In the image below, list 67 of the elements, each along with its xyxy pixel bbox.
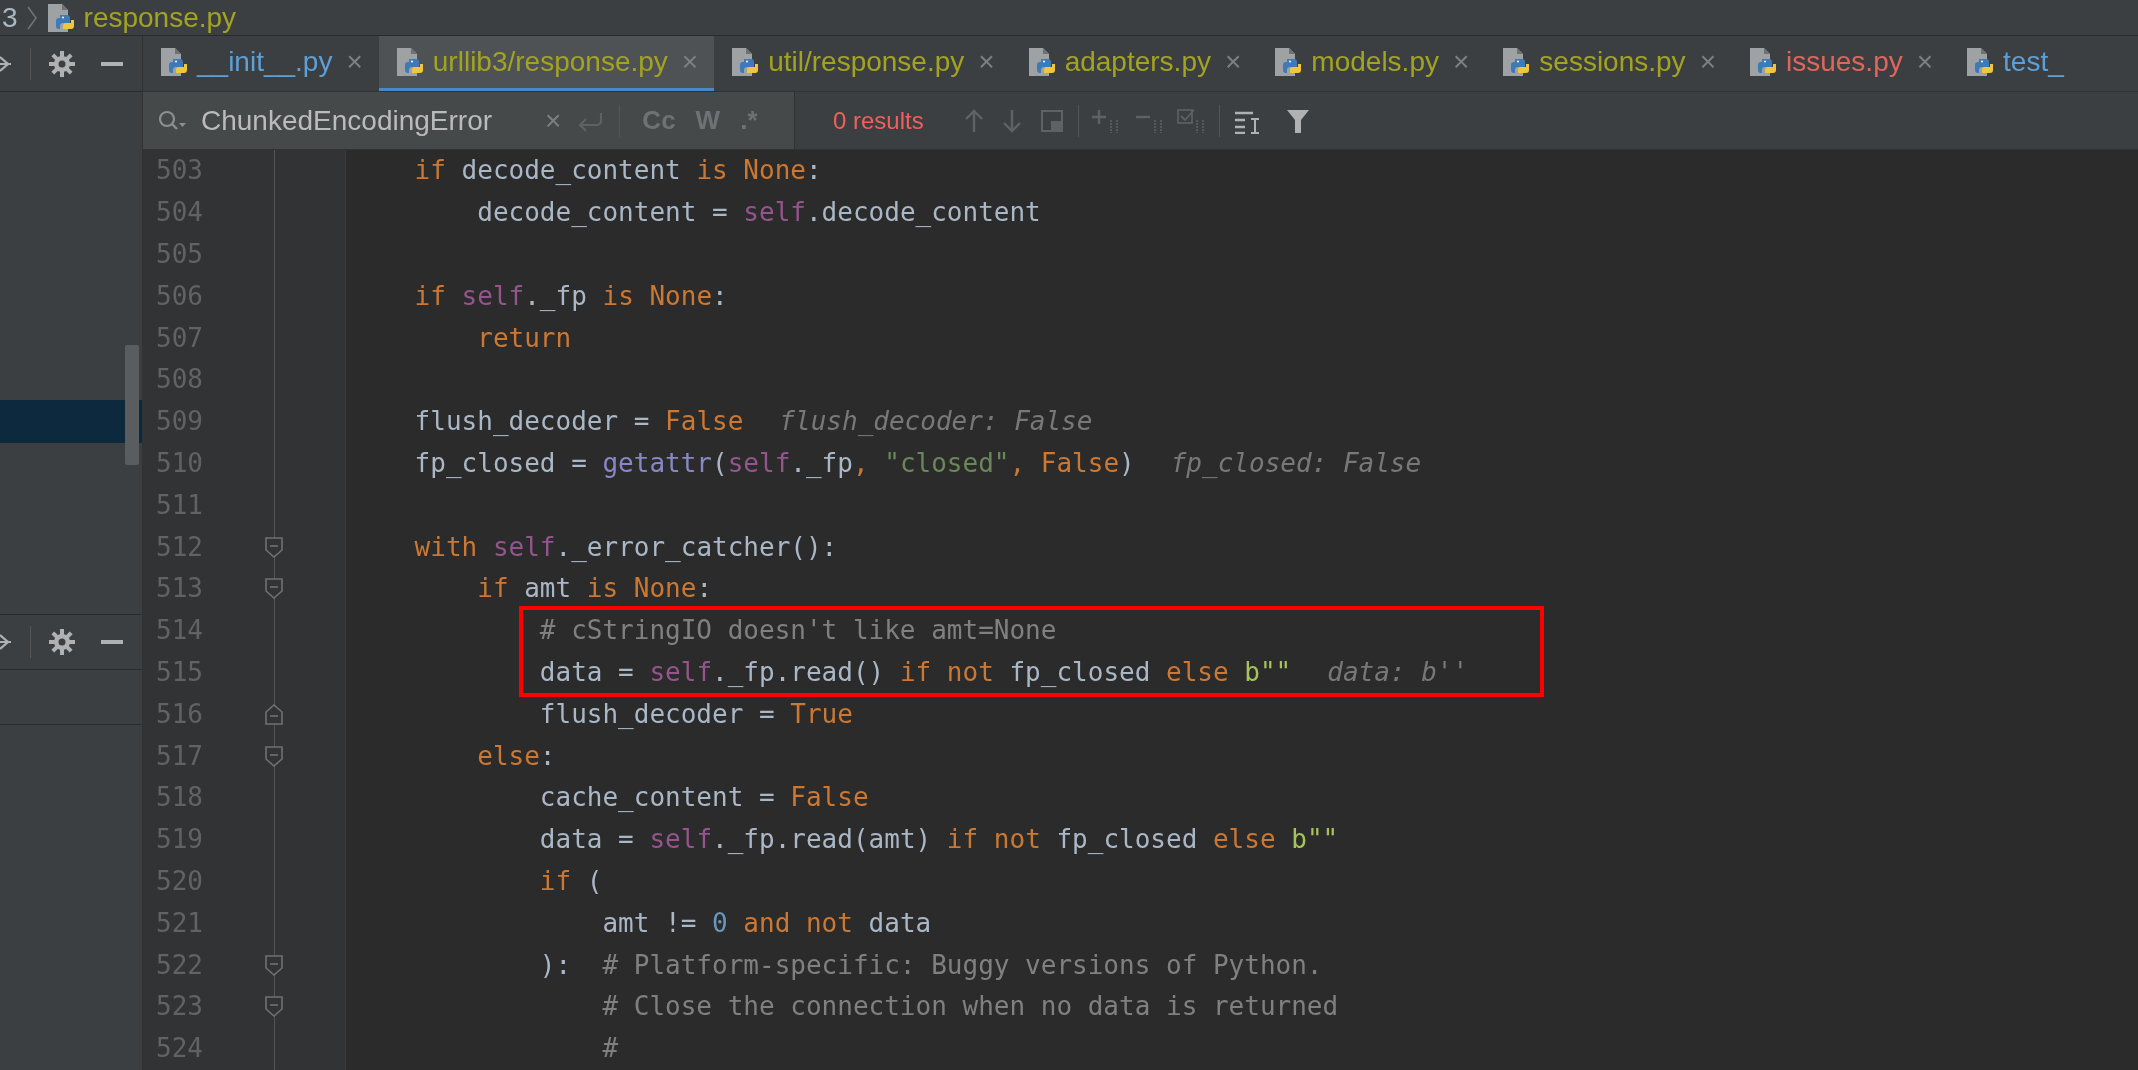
file-tab[interactable]: util/response.py × bbox=[714, 36, 1011, 91]
filter-icon[interactable] bbox=[1285, 107, 1310, 134]
code-text: return bbox=[476, 321, 572, 355]
file-icon bbox=[45, 2, 76, 33]
file-icon bbox=[1273, 47, 1304, 77]
code-text: # cStringIO doesn't like amt=None bbox=[538, 614, 1057, 648]
code-text: else: bbox=[476, 739, 556, 773]
close-button[interactable]: × bbox=[978, 41, 995, 83]
code-text: flush_decoder = True bbox=[538, 697, 853, 731]
close-button[interactable]: × bbox=[1699, 41, 1716, 83]
file-tab[interactable]: issues.py × bbox=[1732, 36, 1950, 91]
code-text: decode_content = self.decode_content bbox=[476, 196, 1041, 230]
clear-button[interactable]: × bbox=[545, 99, 562, 142]
scrollbar-thumb[interactable] bbox=[125, 345, 139, 465]
code-text: # Close the connection when no data is returned bbox=[601, 990, 1339, 1024]
code-text: if amt is None: bbox=[476, 572, 713, 606]
file-icon bbox=[1026, 47, 1057, 77]
inline-hint: fp_closed: False bbox=[1170, 446, 1422, 480]
breadcrumb-item[interactable]: response.py bbox=[83, 0, 237, 35]
fold-icon[interactable] bbox=[265, 703, 283, 725]
close-button[interactable]: × bbox=[681, 41, 699, 83]
code-text: cache_content = False bbox=[538, 781, 869, 815]
chevron-icon bbox=[25, 5, 38, 30]
code-text: amt != 0 and not data bbox=[601, 906, 932, 940]
down-arrow-icon[interactable] bbox=[1001, 107, 1022, 134]
search-field[interactable]: ChunkedEncodingError bbox=[157, 99, 531, 142]
close-button[interactable]: × bbox=[1225, 41, 1242, 83]
up-arrow-icon[interactable] bbox=[963, 107, 984, 134]
file-tab[interactable]: test_ bbox=[1949, 36, 2080, 91]
close-button[interactable]: × bbox=[1916, 41, 1934, 83]
file-icon bbox=[394, 47, 425, 77]
file-icon bbox=[1965, 47, 1996, 77]
close-button[interactable]: × bbox=[346, 41, 363, 83]
code-text: flush_decoder = False bbox=[413, 405, 744, 439]
file-icon bbox=[1501, 47, 1532, 77]
file-icon bbox=[159, 47, 189, 77]
select-all-icon[interactable] bbox=[1176, 107, 1207, 134]
file-tab[interactable]: models.py × bbox=[1257, 36, 1486, 91]
code-text: ): # Platform-specific: Buggy versions of Python. bbox=[538, 948, 1323, 982]
code-text: with self._error_catcher(): bbox=[413, 530, 838, 564]
code-text: if decode_content is None: bbox=[413, 154, 822, 188]
add-selection-icon[interactable] bbox=[1090, 107, 1121, 134]
minimize-icon[interactable] bbox=[101, 61, 123, 66]
fold-icon[interactable] bbox=[265, 954, 283, 976]
code-text: data = self._fp.read(amt) if not fp_closed else b"" bbox=[538, 823, 1339, 857]
file-tab[interactable]: urllib3/response.py × bbox=[378, 36, 715, 91]
file-tab[interactable]: adapters.py × bbox=[1010, 36, 1258, 91]
code-text: # bbox=[601, 1032, 619, 1066]
results-count: 0 results bbox=[833, 105, 924, 136]
close-button[interactable]: × bbox=[1452, 41, 1470, 83]
inline-hint: flush_decoder: False bbox=[779, 405, 1093, 439]
fold-icon[interactable] bbox=[265, 745, 283, 767]
code-text: if self._fp is None: bbox=[413, 279, 728, 313]
file-tab[interactable]: __init__.py × bbox=[143, 36, 379, 91]
fold-icon[interactable] bbox=[265, 536, 283, 558]
code-text: if ( bbox=[538, 864, 603, 898]
fold-icon[interactable] bbox=[265, 578, 283, 600]
option-toggle[interactable]: .* bbox=[734, 101, 764, 140]
fold-icon[interactable] bbox=[265, 996, 283, 1018]
file-icon bbox=[1748, 47, 1778, 77]
inline-hint: data: b'' bbox=[1327, 655, 1469, 689]
file-tab[interactable]: sessions.py × bbox=[1485, 36, 1732, 91]
code-text: fp_closed = getattr(self._fp, "closed", False) bbox=[413, 446, 1135, 480]
code-text: data = self._fp.read() if not fp_closed else b"" bbox=[538, 655, 1292, 689]
breadcrumb-item[interactable]: 3 bbox=[2, 0, 18, 35]
file-icon bbox=[730, 47, 761, 77]
square-icon[interactable] bbox=[1039, 107, 1064, 134]
